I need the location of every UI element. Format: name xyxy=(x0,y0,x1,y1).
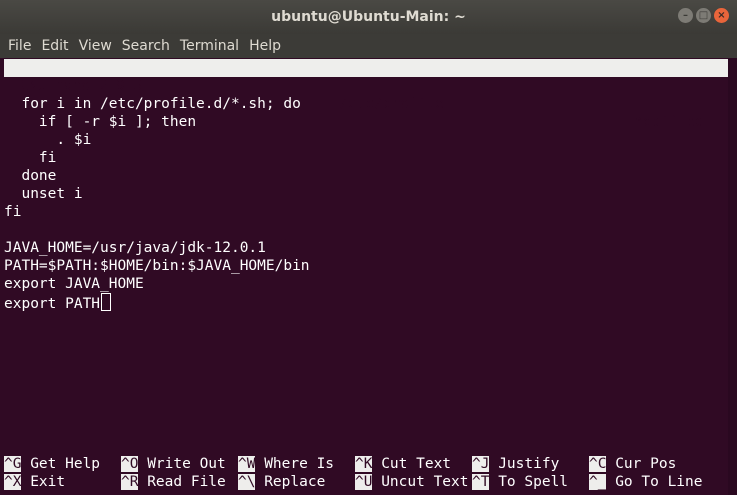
shortcut-cut-text[interactable]: ^K Cut Text xyxy=(355,455,451,473)
shortcut-label: Where Is xyxy=(264,456,335,472)
shortcut-key: ^T xyxy=(472,474,490,490)
terminal-area[interactable]: GNU nano 2.9.3 /etc/profile Modified for… xyxy=(0,58,737,495)
shortcut-label: To Spell xyxy=(498,474,569,490)
shortcut-key: ^W xyxy=(238,456,256,472)
shortcut-where-is[interactable]: ^W Where Is xyxy=(238,455,334,473)
menu-file[interactable]: File xyxy=(8,38,31,54)
terminal-window: ubuntu@Ubuntu-Main: ~ – □ × File Edit Vi… xyxy=(0,0,737,495)
shortcut-key: ^_ xyxy=(589,474,607,490)
editor-line[interactable]: fi xyxy=(4,203,21,221)
editor-line[interactable]: unset i xyxy=(4,185,82,203)
maximize-icon[interactable]: □ xyxy=(696,8,711,23)
menu-edit[interactable]: Edit xyxy=(41,38,68,54)
menu-view[interactable]: View xyxy=(79,38,112,54)
editor-line-text: export PATH xyxy=(4,296,101,312)
shortcut-label: Exit xyxy=(30,474,66,490)
shortcut-cur-pos[interactable]: ^C Cur Pos xyxy=(589,455,676,473)
nano-filename: /etc/profile xyxy=(339,96,444,112)
menu-bar: File Edit View Search Terminal Help xyxy=(0,34,737,58)
shortcut-uncut-text[interactable]: ^U Uncut Text xyxy=(355,473,469,491)
editor-line[interactable]: . $i xyxy=(4,131,91,149)
shortcut-write-out[interactable]: ^O Write Out xyxy=(121,455,226,473)
editor-line[interactable]: for i in /etc/profile.d/*.sh; do xyxy=(4,95,300,113)
scrollbar[interactable] xyxy=(728,58,737,495)
shortcut-key: ^C xyxy=(589,456,607,472)
shortcut-to-spell[interactable]: ^T To Spell xyxy=(472,473,568,491)
shortcut-label: Write Out xyxy=(147,456,226,472)
editor-line[interactable]: PATH=$PATH:$HOME/bin:$JAVA_HOME/bin xyxy=(4,257,310,275)
shortcut-exit[interactable]: ^X Exit xyxy=(4,473,65,491)
menu-terminal[interactable]: Terminal xyxy=(180,38,239,54)
shortcut-label: Uncut Text xyxy=(381,474,469,490)
shortcut-key: ^R xyxy=(121,474,139,490)
shortcut-read-file[interactable]: ^R Read File xyxy=(121,473,226,491)
shortcut-key: ^K xyxy=(355,456,373,472)
editor-line[interactable]: fi xyxy=(4,149,56,167)
shortcut-key: ^J xyxy=(472,456,490,472)
editor-line[interactable]: done xyxy=(4,167,56,185)
editor-line-current[interactable]: export PATH xyxy=(4,293,112,312)
window-title: ubuntu@Ubuntu-Main: ~ xyxy=(271,9,466,25)
nano-version: GNU nano 2.9.3 xyxy=(20,78,143,94)
window-controls: – □ × xyxy=(678,8,729,23)
minimize-icon[interactable]: – xyxy=(678,8,693,23)
menu-search[interactable]: Search xyxy=(122,38,170,54)
nano-status: Modified xyxy=(634,114,704,130)
shortcut-label: Justify xyxy=(498,456,560,472)
title-bar[interactable]: ubuntu@Ubuntu-Main: ~ – □ × xyxy=(0,0,737,34)
shortcut-key: ^U xyxy=(355,474,373,490)
close-icon[interactable]: × xyxy=(714,8,729,23)
shortcut-key: ^X xyxy=(4,474,22,490)
editor-line[interactable]: JAVA_HOME=/usr/java/jdk-12.0.1 xyxy=(4,239,266,257)
shortcut-label: Go To Line xyxy=(615,474,703,490)
shortcut-label: Read File xyxy=(147,474,226,490)
shortcut-label: Replace xyxy=(264,474,326,490)
text-cursor xyxy=(101,293,112,311)
shortcut-key: ^G xyxy=(4,456,22,472)
editor-line[interactable]: export JAVA_HOME xyxy=(4,275,144,293)
shortcut-key: ^O xyxy=(121,456,139,472)
shortcut-label: Cur Pos xyxy=(615,456,677,472)
shortcut-label: Cut Text xyxy=(381,456,452,472)
editor-line[interactable]: if [ -r $i ]; then xyxy=(4,113,196,131)
nano-header: GNU nano 2.9.3 /etc/profile Modified xyxy=(4,59,728,130)
menu-help[interactable]: Help xyxy=(249,38,281,54)
shortcut-go-to-line[interactable]: ^_ Go To Line xyxy=(589,473,703,491)
shortcut-get-help[interactable]: ^G Get Help xyxy=(4,455,100,473)
shortcut-label: Get Help xyxy=(30,456,101,472)
shortcut-justify[interactable]: ^J Justify xyxy=(472,455,559,473)
shortcut-key: ^\ xyxy=(238,474,256,490)
shortcut-replace[interactable]: ^\ Replace xyxy=(238,473,325,491)
